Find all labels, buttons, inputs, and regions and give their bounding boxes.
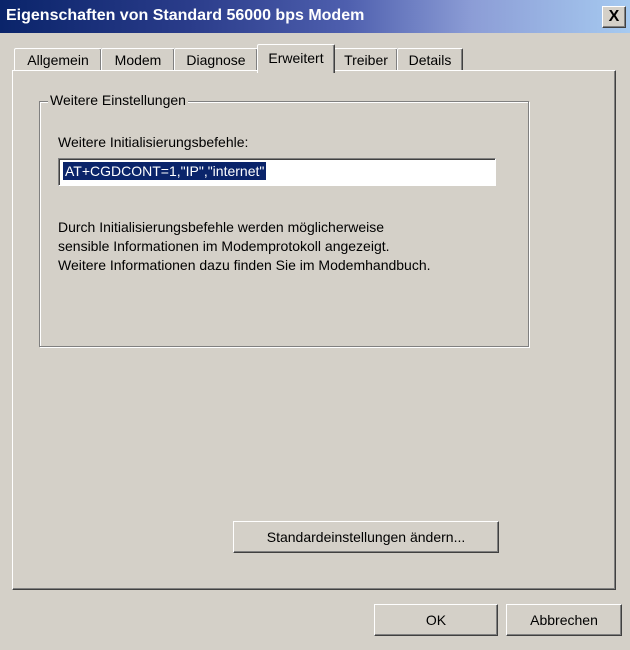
info-line: Weitere Informationen dazu finden Sie im… xyxy=(58,257,431,273)
window-title: Eigenschaften von Standard 56000 bps Mod… xyxy=(6,7,365,24)
change-defaults-button[interactable]: Standardeinstellungen ändern... xyxy=(233,521,499,553)
tab-allgemein[interactable]: Allgemein xyxy=(14,48,102,71)
init-commands-input[interactable]: AT+CGDCONT=1,"IP","internet" xyxy=(58,158,496,186)
info-text: Durch Initialisierungsbefehle werden mög… xyxy=(58,218,518,275)
ok-button[interactable]: OK xyxy=(374,604,498,636)
settings-groupbox: Weitere Einstellungen Weitere Initialisi… xyxy=(39,92,529,347)
close-button[interactable]: X xyxy=(602,6,626,28)
tab-details[interactable]: Details xyxy=(397,48,463,71)
title-bar[interactable]: Eigenschaften von Standard 56000 bps Mod… xyxy=(0,0,630,33)
tab-erweitert[interactable]: Erweitert xyxy=(257,44,335,73)
tab-treiber[interactable]: Treiber xyxy=(334,48,398,71)
tab-strip: Allgemein Modem Diagnose Erweitert Treib… xyxy=(14,44,574,73)
tab-panel-erweitert: Weitere Einstellungen Weitere Initialisi… xyxy=(12,70,616,590)
tab-diagnose[interactable]: Diagnose xyxy=(174,48,258,71)
init-commands-value: AT+CGDCONT=1,"IP","internet" xyxy=(63,162,267,180)
info-line: sensible Informationen im Modemprotokoll… xyxy=(58,238,390,254)
info-line: Durch Initialisierungsbefehle werden mög… xyxy=(58,219,385,235)
init-commands-label: Weitere Initialisierungsbefehle: xyxy=(58,134,249,150)
group-label: Weitere Einstellungen xyxy=(48,92,188,108)
cancel-button[interactable]: Abbrechen xyxy=(506,604,622,636)
close-icon: X xyxy=(608,8,620,25)
tab-modem[interactable]: Modem xyxy=(101,48,175,71)
